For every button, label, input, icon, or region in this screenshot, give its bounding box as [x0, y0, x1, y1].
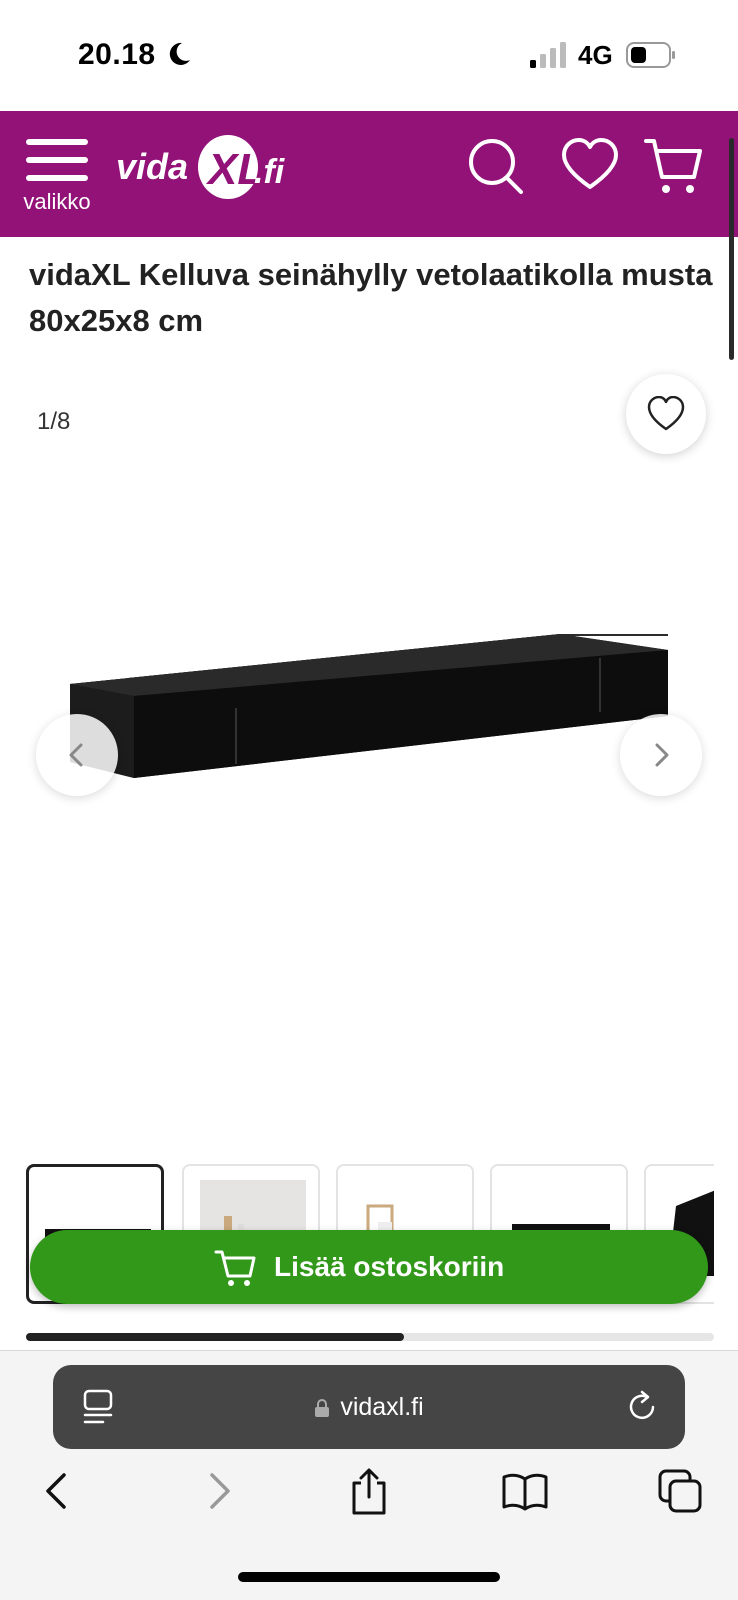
moon-icon	[169, 42, 190, 65]
add-to-cart-label: Lisää ostoskoriin	[274, 1251, 505, 1282]
home-indicator[interactable]	[238, 1572, 500, 1582]
product-title: vidaXL Kelluva seinähylly vetolaatikolla…	[29, 257, 713, 338]
page: 20.18 4G valikko vida XL .fi vidaXL Kell…	[0, 0, 738, 1600]
status-bar: 20.18 4G	[0, 0, 738, 110]
forward-icon[interactable]	[192, 1467, 242, 1517]
svg-text:.fi: .fi	[254, 153, 286, 191]
wishlist-button[interactable]	[626, 374, 706, 454]
cart-icon[interactable]	[644, 135, 704, 197]
add-to-cart-button[interactable]: Lisää ostoskoriin	[30, 1230, 708, 1304]
share-icon[interactable]	[344, 1467, 394, 1517]
reload-icon[interactable]	[627, 1389, 659, 1425]
site-header: valikko vida XL .fi	[0, 111, 738, 237]
product-image[interactable]	[0, 600, 738, 830]
battery-icon	[626, 42, 675, 68]
tabs-icon[interactable]	[656, 1467, 706, 1517]
heart-icon[interactable]	[560, 135, 620, 197]
heart-outline-icon	[647, 396, 685, 431]
url-display[interactable]: vidaxl.fi	[53, 1393, 685, 1422]
back-icon[interactable]	[36, 1467, 86, 1517]
menu-button[interactable]: valikko	[14, 137, 100, 225]
gallery-scroll-thumb[interactable]	[26, 1333, 405, 1341]
cart-icon	[214, 1250, 256, 1286]
network-label: 4G	[578, 40, 613, 70]
menu-label: valikko	[23, 189, 91, 214]
hamburger-icon	[26, 139, 88, 183]
next-image-button[interactable]	[620, 714, 702, 796]
address-bar[interactable]: vidaxl.fi	[53, 1365, 685, 1449]
search-icon[interactable]	[466, 135, 526, 197]
chevron-left-icon	[69, 743, 83, 767]
svg-text:vida: vida	[116, 146, 188, 187]
browser-chrome: vidaxl.fi	[0, 1350, 738, 1600]
previous-image-button[interactable]	[36, 714, 118, 796]
lock-icon	[315, 1399, 330, 1418]
page-scrollbar[interactable]	[729, 138, 734, 360]
bookmarks-icon[interactable]	[500, 1467, 550, 1517]
image-counter: 1/8	[37, 408, 71, 435]
vidaxl-logo[interactable]: vida XL .fi	[116, 129, 296, 205]
gallery-scroll-track[interactable]	[26, 1333, 714, 1341]
chevron-right-icon	[655, 743, 669, 767]
signal-icon	[530, 42, 566, 68]
url-text: vidaxl.fi	[340, 1393, 424, 1421]
status-time: 20.18	[78, 38, 156, 71]
